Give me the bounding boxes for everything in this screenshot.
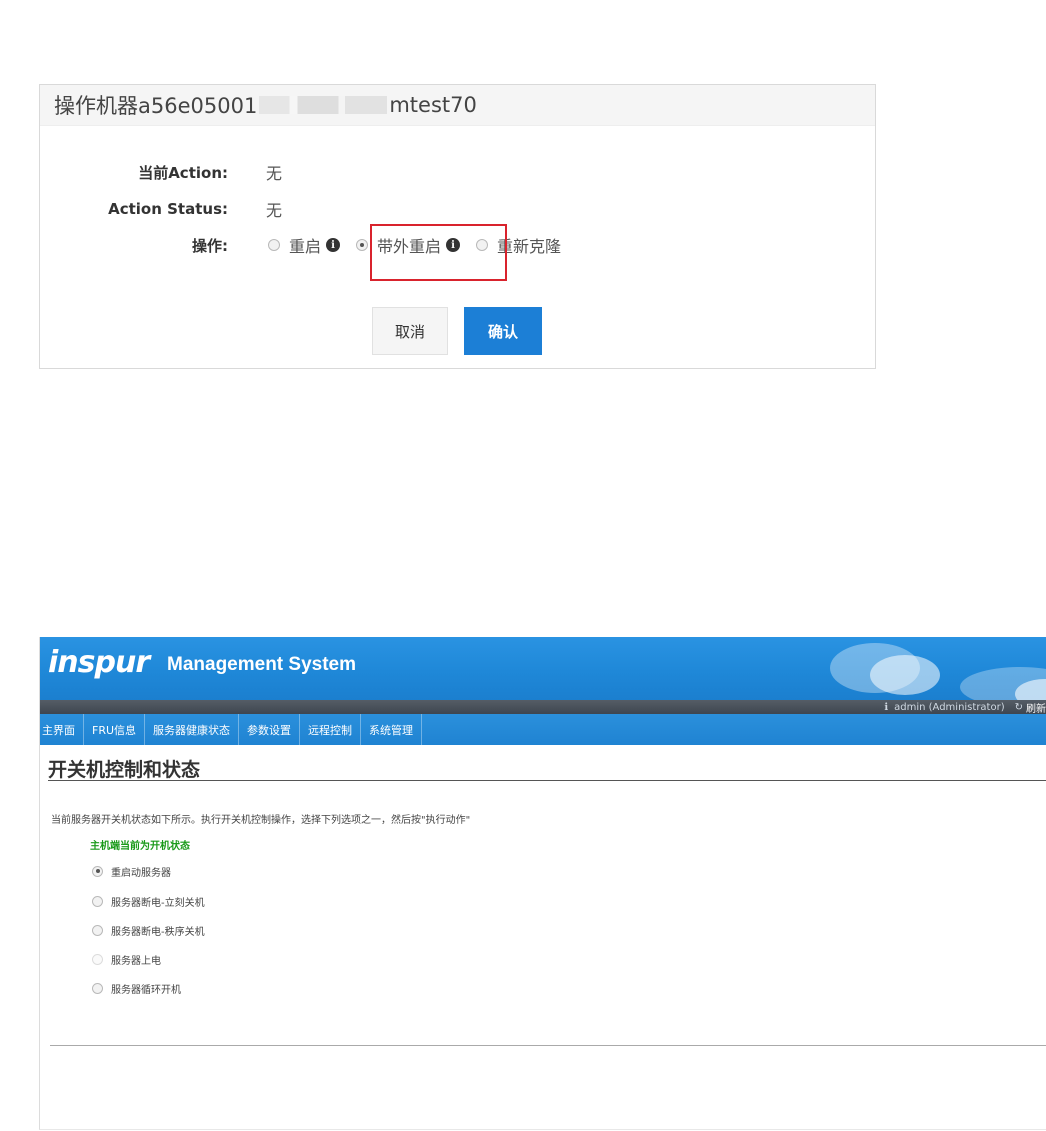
power-cycle-radio[interactable] xyxy=(92,982,103,994)
power-on-radio xyxy=(92,953,103,965)
refresh-icon[interactable]: ↻ xyxy=(1015,702,1023,713)
page-title: 开关机控制和状态 xyxy=(48,759,201,781)
nav-settings[interactable]: 参数设置 xyxy=(239,714,301,745)
restart-server-radio[interactable] xyxy=(92,865,103,877)
option-power-on: 服务器上电 xyxy=(92,952,161,967)
power-on-label: 服务器上电 xyxy=(111,955,161,967)
operation-label: 操作: xyxy=(192,236,228,255)
option-power-off-immediate[interactable]: 服务器断电-立刻关机 xyxy=(92,894,205,909)
info-icon[interactable]: i xyxy=(326,238,341,252)
dialog-title-suffix: mtest70 xyxy=(389,93,477,117)
bottom-divider xyxy=(50,1045,1046,1046)
action-status-label: Action Status: xyxy=(108,200,228,218)
power-off-immediate-label: 服务器断电-立刻关机 xyxy=(111,897,205,909)
page-description: 当前服务器开关机状态如下所示。执行开关机控制操作，选择下列选项之一，然后按"执行… xyxy=(51,815,471,826)
redacted-text xyxy=(259,96,388,114)
oob-reboot-radio[interactable] xyxy=(356,239,369,251)
title-divider xyxy=(48,780,1046,781)
user-bar: ℹ admin (Administrator) ↻ 刷新 xyxy=(878,700,1046,715)
nav-remote-control[interactable]: 远程控制 xyxy=(300,714,362,745)
nav-fru-info[interactable]: FRU信息 xyxy=(84,714,146,745)
nav-system-management[interactable]: 系统管理 xyxy=(361,714,423,745)
refresh-link[interactable]: 刷新 xyxy=(1026,700,1046,715)
option-reboot[interactable]: 重启 i xyxy=(268,233,341,257)
option-restart-server[interactable]: 重启动服务器 xyxy=(92,864,171,879)
user-icon: ℹ xyxy=(884,701,889,713)
header-banner: inspur Management System xyxy=(40,637,1046,700)
system-title: Management System xyxy=(167,654,357,675)
reboot-label: 重启 xyxy=(289,237,322,256)
nav-server-health[interactable]: 服务器健康状态 xyxy=(145,714,240,745)
reboot-radio[interactable] xyxy=(268,239,280,251)
current-action-row: 当前Action: 无 xyxy=(40,159,875,185)
option-power-cycle[interactable]: 服务器循环开机 xyxy=(92,981,181,996)
current-action-label: 当前Action: xyxy=(138,163,228,182)
operate-machine-dialog: 操作机器a56e05001 mtest70 当前Action: 无 Action… xyxy=(39,84,876,369)
dialog-title-prefix: 操作机器a56e05001 xyxy=(54,94,258,118)
inspur-logo: inspur xyxy=(48,645,150,680)
dialog-title: 操作机器a56e05001 mtest70 xyxy=(40,85,875,126)
main-nav: 主界面 FRU信息 服务器健康状态 参数设置 远程控制 系统管理 xyxy=(40,714,1046,745)
current-action-value: 无 xyxy=(266,164,283,183)
power-off-immediate-radio[interactable] xyxy=(92,895,103,907)
cloud-decoration xyxy=(870,655,940,695)
confirm-button[interactable]: 确认 xyxy=(464,307,542,355)
action-status-value: 无 xyxy=(266,201,283,220)
power-off-orderly-radio[interactable] xyxy=(92,924,103,936)
action-status-row: Action Status: 无 xyxy=(40,196,875,222)
power-off-orderly-label: 服务器断电-秩序关机 xyxy=(111,926,205,938)
power-status: 主机端当前为开机状态 xyxy=(90,841,190,852)
cancel-button[interactable]: 取消 xyxy=(372,307,448,355)
inspur-management-window: inspur Management System ℹ admin (Admini… xyxy=(39,637,1046,1130)
option-power-off-orderly[interactable]: 服务器断电-秩序关机 xyxy=(92,923,205,938)
highlight-annotation-box xyxy=(370,224,507,281)
nav-home[interactable]: 主界面 xyxy=(40,714,84,745)
power-cycle-label: 服务器循环开机 xyxy=(111,984,181,996)
restart-server-label: 重启动服务器 xyxy=(111,867,171,879)
current-user: admin (Administrator) xyxy=(894,701,1005,713)
